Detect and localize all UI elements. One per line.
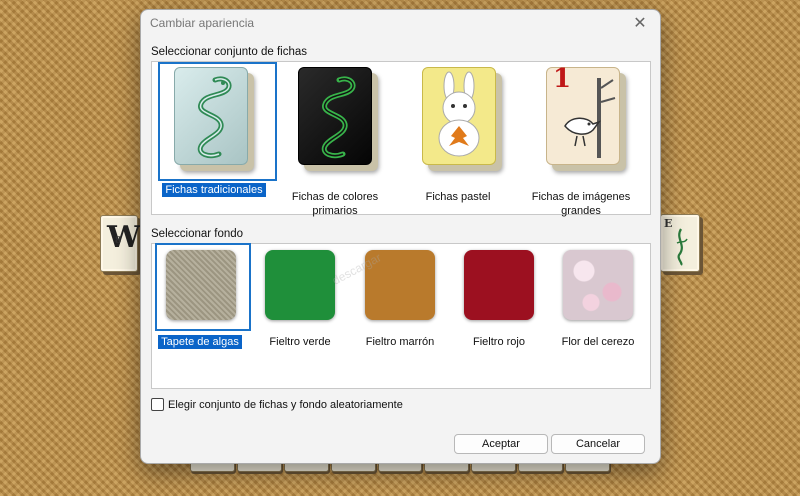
bird-bamboo-tile-icon: 1 bbox=[546, 66, 620, 165]
green-felt-swatch bbox=[265, 250, 335, 320]
background-caption: Fieltro verde bbox=[269, 336, 331, 348]
background-caption: Tapete de algas bbox=[154, 335, 246, 349]
tile-set-panel: Fichas tradicionales Fichas de colores p… bbox=[151, 61, 651, 217]
tile-set-caption: Fichas de colores primarios bbox=[291, 191, 379, 217]
tile-glyph: W bbox=[107, 220, 141, 255]
random-option[interactable]: Elegir conjunto de fichas y fondo aleato… bbox=[151, 398, 403, 411]
cancel-button[interactable]: Cancelar bbox=[551, 434, 645, 454]
accept-button[interactable]: Aceptar bbox=[454, 434, 548, 454]
change-appearance-dialog: Cambiar apariencia ✕ Seleccionar conjunt… bbox=[140, 9, 661, 464]
background-caption: Fieltro marrón bbox=[365, 336, 435, 348]
random-option-checkbox[interactable] bbox=[151, 398, 164, 411]
tile-glyph: E bbox=[664, 217, 673, 230]
bamboo-icon bbox=[673, 227, 689, 267]
background-caption: Flor del cerezo bbox=[561, 336, 635, 348]
background-tile-right[interactable]: E bbox=[660, 214, 700, 272]
tile-number: 8 bbox=[115, 236, 122, 246]
tile-set-caption: Fichas tradicionales bbox=[158, 183, 270, 197]
tile-set-caption: Fichas pastel bbox=[425, 191, 491, 203]
dragon-black-tile-icon bbox=[298, 67, 372, 165]
close-icon[interactable]: ✕ bbox=[630, 13, 650, 33]
brown-felt-swatch bbox=[365, 250, 435, 320]
dialog-title: Cambiar apariencia bbox=[150, 16, 255, 30]
rabbit-tile-icon bbox=[422, 67, 496, 165]
red-felt-swatch bbox=[464, 250, 534, 320]
background-caption: Fieltro rojo bbox=[473, 336, 525, 348]
random-option-label: Elegir conjunto de fichas y fondo aleato… bbox=[168, 398, 403, 411]
cherry-blossom-swatch bbox=[563, 250, 633, 320]
background-section-label: Seleccionar fondo bbox=[151, 228, 244, 240]
tile-set-section-label: Seleccionar conjunto de fichas bbox=[151, 46, 307, 58]
background-panel: Tapete de algas Fieltro verde Fieltro ma… bbox=[151, 243, 651, 389]
background-tile-left[interactable]: W 8 bbox=[100, 215, 141, 272]
tile-set-caption: Fichas de imágenes grandes bbox=[531, 191, 631, 217]
dragon-tile-icon bbox=[174, 67, 248, 165]
seaweed-mat-swatch bbox=[166, 250, 236, 320]
